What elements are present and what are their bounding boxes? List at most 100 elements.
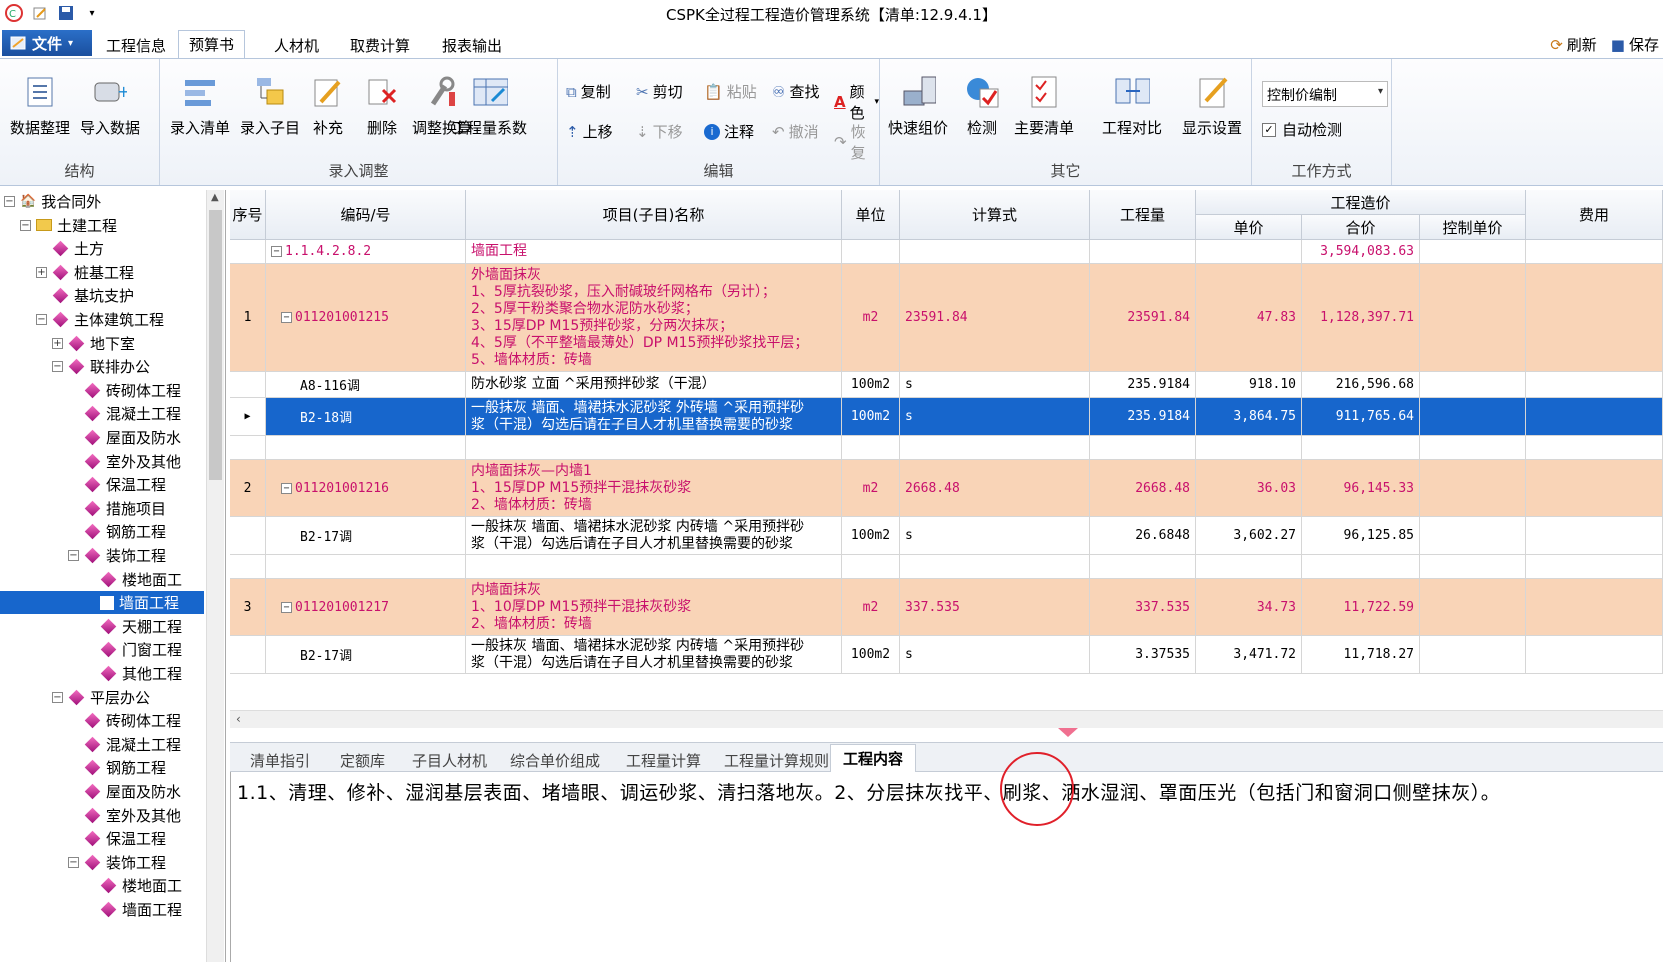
cell-formula[interactable] [900,555,1090,578]
cell-name[interactable]: 外墙面抹灰 1、5厚抗裂砂浆，压入耐碱玻纤网格布（另计）； 2、5厚干粉类聚合物… [466,264,842,371]
supplement-button[interactable]: 补充 [310,73,346,138]
auto-check-checkbox[interactable]: ✓ 自动检测 [1262,119,1342,140]
tree-node[interactable]: − 土建工程 [20,214,117,237]
splitter-arrow-icon[interactable] [1058,728,1078,737]
tree-node[interactable]: 保温工程 [68,473,166,496]
undo-button[interactable]: ↶ 撤消 [772,121,819,142]
cell-qty[interactable]: 3.37535 [1090,636,1196,673]
cell-name[interactable]: 防水砂浆 立面 ^采用预拌砂浆（干混） [466,372,842,397]
table-row[interactable]: B2-17调 一般抹灰 墙面、墙裙抹水泥砂浆 内砖墙 ^采用预拌砂 浆（干混）勾选… [230,517,1663,555]
cell-code[interactable]: −011201001216 [266,460,466,516]
cell-formula[interactable] [900,240,1090,263]
tree-node[interactable]: 砖砌体工程 [68,379,181,402]
cell-seq[interactable]: 2 [230,460,266,516]
color-button[interactable]: A 颜色 ▾ [834,81,879,123]
collapse-icon[interactable]: − [52,691,63,703]
table-row[interactable]: 2−011201001216 内墙面抹灰—内墙1 1、15厚DP M15预拌干混抹… [230,460,1663,517]
cell-formula[interactable]: 2668.48 [900,460,1090,516]
tree-node[interactable]: 其他工程 [84,662,182,685]
cell-unit[interactable]: 100m2 [842,517,900,554]
tree-node[interactable]: 保温工程 [68,827,166,850]
cell-name[interactable]: 内墙面抹灰 1、10厚DP M15预拌干混抹灰砂浆 2、墙体材质：砖墙 [466,579,842,635]
cell-qty[interactable] [1090,436,1196,459]
cell-unit-price[interactable]: 3,864.75 [1196,398,1302,435]
cell-unit[interactable]: m2 [842,264,900,371]
cell-unit-price[interactable]: 47.83 [1196,264,1302,371]
cell-seq[interactable]: ▶ [230,398,266,435]
cell-unit[interactable] [842,240,900,263]
tree-node[interactable]: 门窗工程 [84,638,182,661]
tab-materials[interactable]: 人材机 [264,32,329,58]
cell-fee[interactable] [1526,398,1663,435]
check-button[interactable]: 检测 [964,73,1000,138]
cell-name[interactable] [466,555,842,578]
cell-qty[interactable]: 337.535 [1090,579,1196,635]
cell-total[interactable]: 3,594,083.63 [1302,240,1420,263]
cell-name[interactable]: 墙面工程 [466,240,842,263]
tree-node[interactable]: 砖砌体工程 [68,709,181,732]
tree-node[interactable]: 屋面及防水 [68,780,181,803]
cell-seq[interactable] [230,240,266,263]
paste-button[interactable]: 📋 粘贴 [704,81,757,102]
col-header-total[interactable]: 合价 [1302,215,1420,240]
compare-button[interactable]: 工程对比 [1102,73,1162,138]
cell-name[interactable]: 内墙面抹灰—内墙1 1、15厚DP M15预拌干混抹灰砂浆 2、墙体材质：砖墙 [466,460,842,516]
table-row[interactable]: B2-17调 一般抹灰 墙面、墙裙抹水泥砂浆 内砖墙 ^采用预拌砂 浆（干混）勾选… [230,636,1663,674]
work-content-panel[interactable]: 1.1、清理、修补、湿润基层表面、堵墙眼、调运砂浆、清扫落地灰。2、分层抹灰找平… [230,772,1663,962]
collapse-icon[interactable]: − [281,482,292,494]
cell-unit-price[interactable] [1196,555,1302,578]
cell-name[interactable] [466,436,842,459]
cell-total[interactable] [1302,436,1420,459]
tree-node[interactable]: 基坑支护 [36,284,134,307]
scroll-left-icon[interactable]: ‹ [236,712,241,726]
tab-work-content[interactable]: 工程内容 [830,744,917,773]
cell-unit-price[interactable]: 36.03 [1196,460,1302,516]
cell-ctrl-price[interactable] [1420,460,1526,516]
cell-seq[interactable] [230,372,266,397]
cell-code[interactable]: −1.1.4.2.8.2 [266,240,466,263]
cell-fee[interactable] [1526,636,1663,673]
collapse-icon[interactable]: − [271,246,282,257]
tree-node[interactable]: − 🏠 我合同外 [4,190,101,213]
cell-fee[interactable] [1526,240,1663,263]
cell-formula[interactable]: s [900,372,1090,397]
tree-node[interactable]: 室外及其他 [68,450,181,473]
table-row[interactable]: A8-116调 防水砂浆 立面 ^采用预拌砂浆（干混） 100m2 s 235.9184… [230,372,1663,398]
cell-qty[interactable]: 2668.48 [1090,460,1196,516]
main-list-button[interactable]: 主要清单 [1014,73,1074,138]
tab-unit-price-composition[interactable]: 综合单价组成 [498,747,612,773]
tree-node[interactable]: 室外及其他 [68,804,181,827]
cell-fee[interactable] [1526,460,1663,516]
cell-seq[interactable]: 1 [230,264,266,371]
tab-quantity-calc[interactable]: 工程量计算 [614,747,713,773]
cell-unit[interactable] [842,555,900,578]
cell-qty[interactable]: 235.9184 [1090,372,1196,397]
col-header-cost-group[interactable]: 工程造价 [1196,190,1526,215]
save-button[interactable]: ■ 保存 [1611,34,1659,55]
cell-unit-price[interactable]: 918.10 [1196,372,1302,397]
table-row[interactable]: 1−011201001215 外墙面抹灰 1、5厚抗裂砂浆，压入耐碱玻纤网格布（另… [230,264,1663,372]
tab-report-output[interactable]: 报表输出 [432,32,512,58]
cut-button[interactable]: ✂ 剪切 [636,81,683,102]
tree-node[interactable]: 钢筋工程 [68,520,166,543]
expand-icon[interactable]: + [36,266,47,278]
cell-fee[interactable] [1526,555,1663,578]
collapse-icon[interactable]: − [4,196,15,207]
tree-node[interactable]: − 联排办公 [52,355,150,378]
cell-total[interactable]: 11,722.59 [1302,579,1420,635]
cell-unit-price[interactable]: 34.73 [1196,579,1302,635]
cell-code[interactable] [266,555,466,578]
tree-node[interactable]: 楼地面工 [84,874,182,897]
tree-node[interactable]: 混凝土工程 [68,733,181,756]
cell-total[interactable]: 96,125.85 [1302,517,1420,554]
tree-node[interactable]: 天棚工程 [84,615,182,638]
col-header-unit-price[interactable]: 单价 [1196,215,1302,240]
col-header-name[interactable]: 项目(子目)名称 [466,190,842,240]
collapse-icon[interactable]: − [20,219,31,231]
tree-node[interactable]: 混凝土工程 [68,402,181,425]
cell-unit-price[interactable] [1196,240,1302,263]
collapse-icon[interactable]: − [52,361,63,373]
col-header-fee[interactable]: 费用 [1526,190,1663,240]
cell-ctrl-price[interactable] [1420,636,1526,673]
tab-fee-calc[interactable]: 取费计算 [340,32,420,58]
